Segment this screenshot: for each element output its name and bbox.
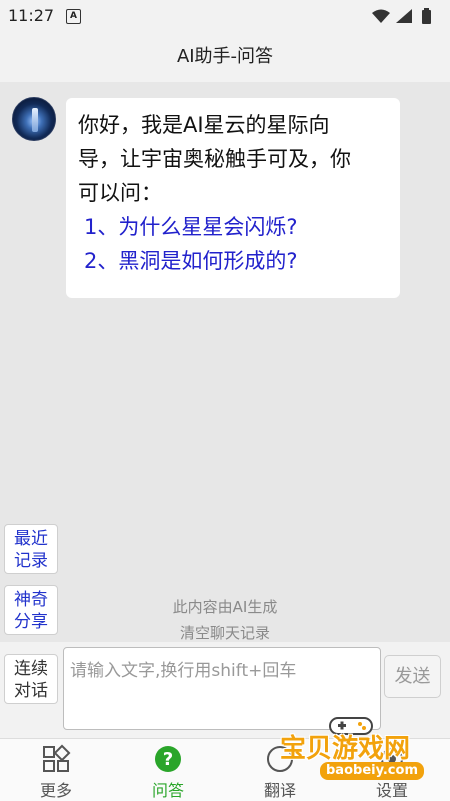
status-bar: 11:27 A [0, 0, 450, 32]
tab-translate[interactable]: 翻译 [224, 739, 336, 801]
tab-settings[interactable]: 设置 [336, 739, 448, 801]
recent-records-button[interactable]: 最近 记录 [4, 524, 58, 574]
bottom-tab-bar: 更多 ? 问答 翻译 设置 [0, 738, 450, 801]
greeting-line-3: 可以问： [78, 181, 162, 205]
recent-label-1: 最近 [14, 529, 48, 549]
status-icons [370, 7, 440, 29]
translate-icon [267, 746, 293, 772]
chat-area[interactable]: 你好，我是AI星云的星际向 导，让宇宙奥秘触手可及，你 可以问： 1、为什么星星… [0, 82, 450, 642]
tab-qa[interactable]: ? 问答 [112, 739, 224, 801]
clear-history-link[interactable]: 清空聊天记录 [0, 622, 450, 643]
continuous-chat-button[interactable]: 连续 对话 [4, 654, 58, 704]
tab-translate-label: 翻译 [263, 781, 296, 800]
notification-a-icon: A [66, 9, 81, 24]
tab-more-label: 更多 [39, 781, 72, 800]
continuous-label-1: 连续 [14, 659, 48, 679]
suggested-question-1[interactable]: 1、为什么星星会闪烁? [78, 210, 388, 244]
battery-icon [422, 8, 431, 24]
tab-qa-label: 问答 [151, 781, 184, 800]
settings-icon [381, 748, 403, 770]
signal-icon [396, 9, 412, 23]
tab-more[interactable]: 更多 [0, 739, 112, 801]
ai-generated-notice: 此内容由AI生成 [172, 598, 278, 616]
recent-label-2: 记录 [14, 551, 48, 571]
continuous-label-2: 对话 [14, 681, 48, 701]
wifi-icon [372, 9, 390, 23]
greeting-line-1: 你好，我是AI星云的星际向 [78, 113, 330, 137]
greeting-line-2: 导，让宇宙奥秘触手可及，你 [78, 147, 351, 171]
message-input[interactable]: 请输入文字,换行用shift+回车 [63, 647, 381, 730]
assistant-message-bubble: 你好，我是AI星云的星际向 导，让宇宙奥秘触手可及，你 可以问： 1、为什么星星… [66, 98, 400, 298]
status-time: 11:27 [8, 6, 55, 25]
suggested-question-2[interactable]: 2、黑洞是如何形成的? [78, 244, 388, 278]
tab-settings-label: 设置 [375, 781, 408, 800]
input-bar: 连续 对话 请输入文字,换行用shift+回车 发送 [0, 642, 450, 738]
send-button[interactable]: 发送 [384, 655, 441, 698]
question-icon: ? [155, 746, 181, 772]
page-title: AI助手-问答 [0, 32, 450, 82]
svg-text:?: ? [163, 749, 173, 770]
grid-icon [43, 744, 71, 772]
assistant-avatar [12, 97, 56, 141]
